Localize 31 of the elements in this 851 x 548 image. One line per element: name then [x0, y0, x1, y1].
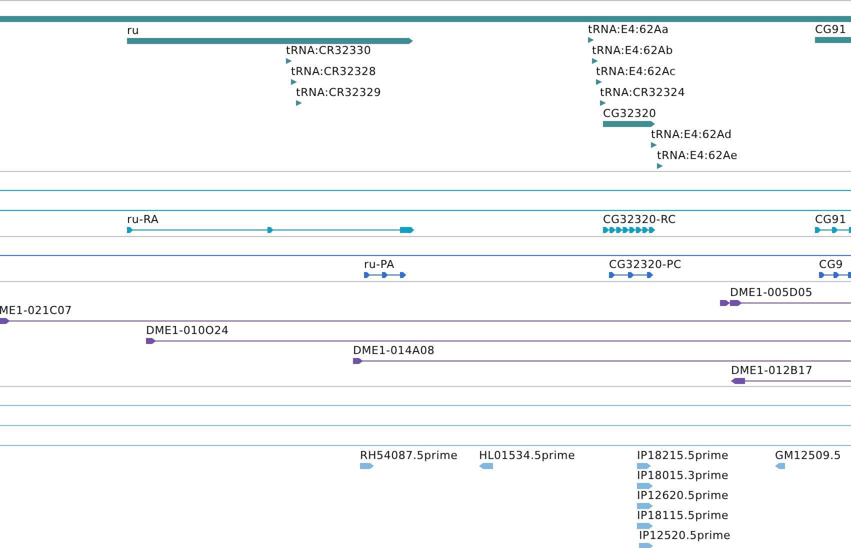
feature-label: IP12520.5prime — [639, 529, 731, 542]
feature-label: HL01534.5prime — [479, 449, 576, 462]
feature-label: IP18215.5prime — [637, 449, 729, 462]
feature-label: IP18115.5prime — [637, 509, 729, 522]
feature-label: tRNA:CR32330 — [286, 44, 372, 57]
feature-label: DME1-005D05 — [730, 286, 813, 299]
feature-label: ru-PA — [364, 258, 394, 271]
feature-label: RH54087.5prime — [360, 449, 458, 462]
feature-label: ME1-021C07 — [0, 304, 72, 317]
feature-label: DME1-012B17 — [731, 364, 813, 377]
feature-label: IP12620.5prime — [637, 489, 729, 502]
feature-label: GM12509.5 — [775, 449, 842, 462]
feature-label: CG32320-RC — [603, 213, 676, 226]
feature-label: tRNA:CR32328 — [291, 65, 376, 78]
feature-label: CG9 — [819, 258, 844, 271]
feature-label: tRNA:CR32329 — [296, 86, 382, 99]
feature-label: tRNA:CR32324 — [600, 86, 686, 99]
feature-label: tRNA:E4:62Ab — [592, 44, 673, 57]
feature-label: tRNA:E4:62Ae — [657, 149, 738, 162]
feature-label: tRNA:E4:62Ad — [651, 128, 732, 141]
feature-label: tRNA:E4:62Ac — [596, 65, 676, 78]
feature-label: ru-RA — [127, 213, 159, 226]
feature-label: DME1-014A08 — [353, 344, 435, 357]
feature-label: CG91 — [815, 23, 846, 36]
feature-label: CG32320 — [603, 107, 656, 120]
feature-label: IP18015.3prime — [637, 469, 729, 482]
feature-label: tRNA:E4:62Aa — [588, 23, 669, 36]
feature-label: DME1-010O24 — [146, 324, 229, 337]
feature-label: ru — [127, 24, 140, 37]
feature-label: CG91 — [815, 213, 846, 226]
feature-label: CG32320-PC — [609, 258, 682, 271]
